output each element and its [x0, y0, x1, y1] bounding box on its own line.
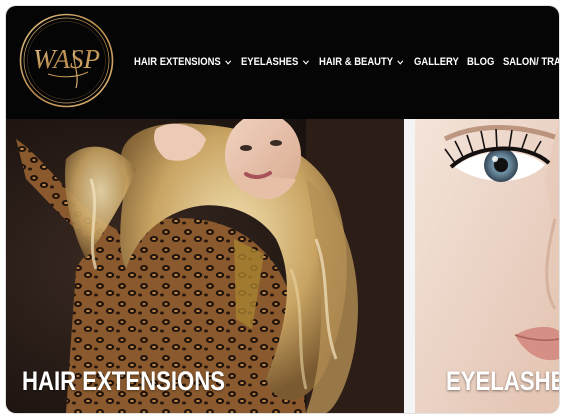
chevron-down-icon — [302, 59, 309, 65]
hair-extensions-label: HAIR EXTENSIONS — [22, 366, 225, 396]
nav-eyelashes[interactable]: EYELASHES — [241, 56, 309, 68]
nav-label: BLOG — [467, 56, 495, 68]
nav-label: EYELASHES — [241, 56, 299, 68]
nav-label: SALON/ TRA — [503, 56, 559, 68]
chevron-down-icon — [225, 59, 231, 65]
nav-label: GALLERY — [414, 56, 459, 68]
site-header: WASP HAIR EXTENSIONS EYELASHES HAIR & BE… — [6, 6, 559, 119]
chevron-down-icon — [397, 59, 404, 65]
nav-hair-extensions[interactable]: HAIR EXTENSIONS — [134, 56, 231, 68]
eyelashes-panel[interactable]: EYELASHES — [415, 119, 559, 413]
wasp-logo[interactable]: WASP — [18, 12, 115, 109]
nav-gallery[interactable]: GALLERY — [414, 56, 459, 68]
eyelashes-label: EYELASHES — [446, 366, 559, 396]
logo-text: WASP — [33, 44, 100, 74]
nav-salon-training[interactable]: SALON/ TRA — [503, 56, 559, 68]
nav-blog[interactable]: BLOG — [467, 56, 494, 68]
nav-label: HAIR EXTENSIONS — [134, 56, 221, 68]
browser-frame: WASP HAIR EXTENSIONS EYELASHES HAIR & BE… — [6, 6, 559, 413]
nav-label: HAIR & BEAUTY — [319, 56, 394, 68]
hair-extensions-panel[interactable]: HAIR EXTENSIONS — [6, 119, 404, 413]
nav-hair-beauty[interactable]: HAIR & BEAUTY — [319, 56, 404, 68]
main-nav: HAIR EXTENSIONS EYELASHES HAIR & BEAUTY … — [134, 52, 559, 70]
